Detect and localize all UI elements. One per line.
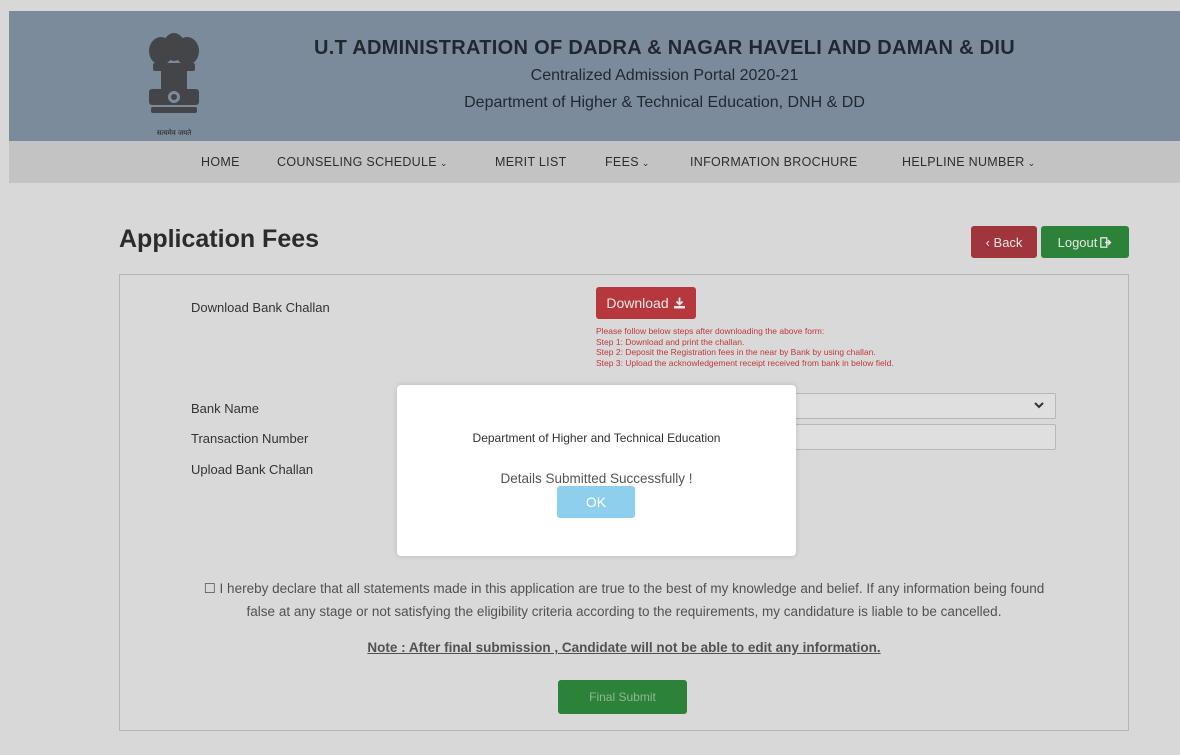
- ok-button-label: OK: [585, 494, 607, 510]
- dialog-message: Details Submitted Successfully !: [500, 471, 693, 486]
- modal-overlay: [0, 0, 1180, 755]
- ok-button[interactable]: OK: [557, 486, 635, 518]
- dialog-title: Department of Higher and Technical Educa…: [472, 431, 721, 445]
- success-dialog: Department of Higher and Technical Educa…: [397, 385, 796, 556]
